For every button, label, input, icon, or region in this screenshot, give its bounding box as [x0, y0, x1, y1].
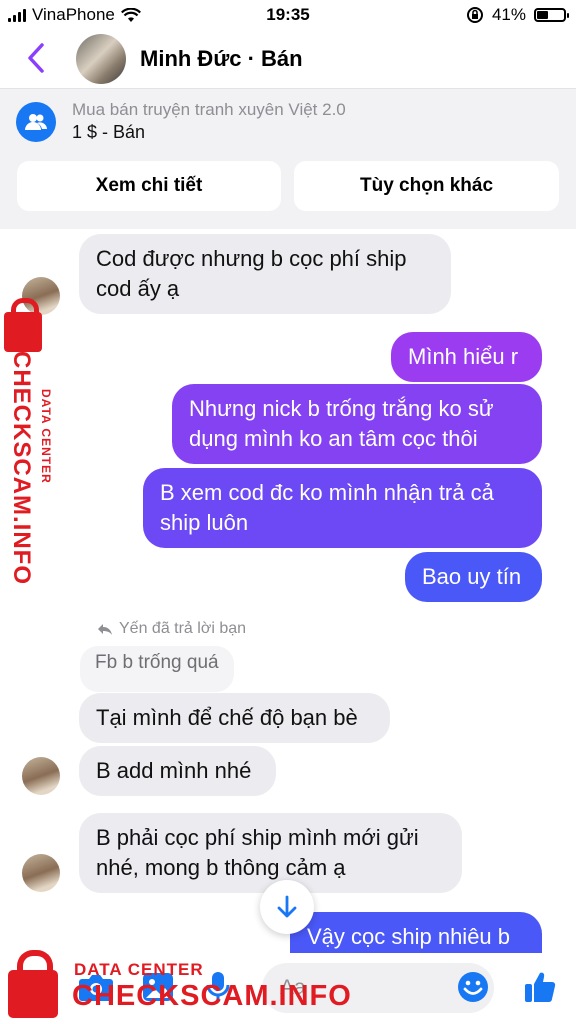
- arrow-down-icon: [277, 895, 297, 918]
- quoted-message[interactable]: Fb b trống quá: [80, 646, 234, 692]
- watermark-side: DATA CENTER CHECKSCAM.INFO: [4, 298, 64, 592]
- orientation-lock-icon: [466, 7, 483, 23]
- more-options-button[interactable]: Tùy chọn khác: [294, 161, 559, 211]
- reply-icon: [98, 623, 112, 635]
- contact-avatar[interactable]: [76, 34, 126, 84]
- scroll-to-bottom-button[interactable]: [260, 880, 314, 934]
- emoji-button[interactable]: [453, 967, 493, 1007]
- message-incoming[interactable]: B add mình nhé: [79, 746, 276, 796]
- message-outgoing[interactable]: Mình hiểu r: [391, 332, 542, 382]
- message-incoming[interactable]: Tại mình để chế độ bạn bè: [79, 693, 390, 743]
- battery-percent: 41%: [491, 5, 526, 24]
- message-outgoing[interactable]: B xem cod đc ko mình nhận trả cả ship lu…: [143, 468, 542, 548]
- status-bar: VinaPhone 19:35 41%: [0, 0, 576, 30]
- thumbs-up-icon: [525, 972, 556, 1002]
- watermark-subtitle: DATA CENTER: [39, 389, 53, 484]
- chevron-left-icon: [28, 43, 44, 73]
- message-outgoing[interactable]: Bao uy tín: [405, 552, 542, 602]
- back-button[interactable]: [22, 40, 52, 76]
- message-incoming[interactable]: B phải cọc phí ship mình mới gửi nhé, mo…: [79, 813, 462, 893]
- reply-indicator-text: Yến đã trả lời bạn: [119, 620, 247, 637]
- group-name: Mua bán truyện tranh xuyên Việt 2.0: [72, 100, 346, 119]
- reply-indicator: Yến đã trả lời bạn: [97, 620, 246, 638]
- listing-panel: Mua bán truyện tranh xuyên Việt 2.0 1 $ …: [0, 89, 576, 229]
- view-details-button[interactable]: Xem chi tiết: [17, 161, 281, 211]
- battery-icon: [534, 8, 569, 22]
- watermark-bottom: DATA CENTER CHECKSCAM.INFO: [4, 950, 351, 1020]
- lock-icon: [8, 950, 58, 1018]
- watermark-brand: CHECKSCAM.INFO: [8, 351, 35, 585]
- watermark-subtitle: DATA CENTER: [74, 960, 204, 979]
- message-outgoing[interactable]: Vậy cọc ship nhiêu b: [290, 912, 542, 953]
- smiley-icon: [458, 972, 488, 1002]
- conversation-title[interactable]: Minh Đức · Bán: [140, 46, 303, 72]
- conversation-header: Minh Đức · Bán: [0, 30, 576, 89]
- message-list[interactable]: Cod được nhưng b cọc phí ship cod ấy ạ M…: [0, 229, 576, 953]
- message-outgoing[interactable]: Nhưng nick b trống trắng ko sử dụng mình…: [172, 384, 542, 464]
- sender-avatar[interactable]: [22, 757, 60, 795]
- watermark-brand: CHECKSCAM.INFO: [72, 980, 352, 1012]
- lock-icon: [4, 298, 42, 352]
- group-icon: [16, 102, 56, 142]
- like-button[interactable]: [520, 967, 560, 1007]
- listing-price: 1 $ - Bán: [72, 122, 146, 142]
- message-incoming[interactable]: Cod được nhưng b cọc phí ship cod ấy ạ: [79, 234, 451, 314]
- sender-avatar[interactable]: [22, 854, 60, 892]
